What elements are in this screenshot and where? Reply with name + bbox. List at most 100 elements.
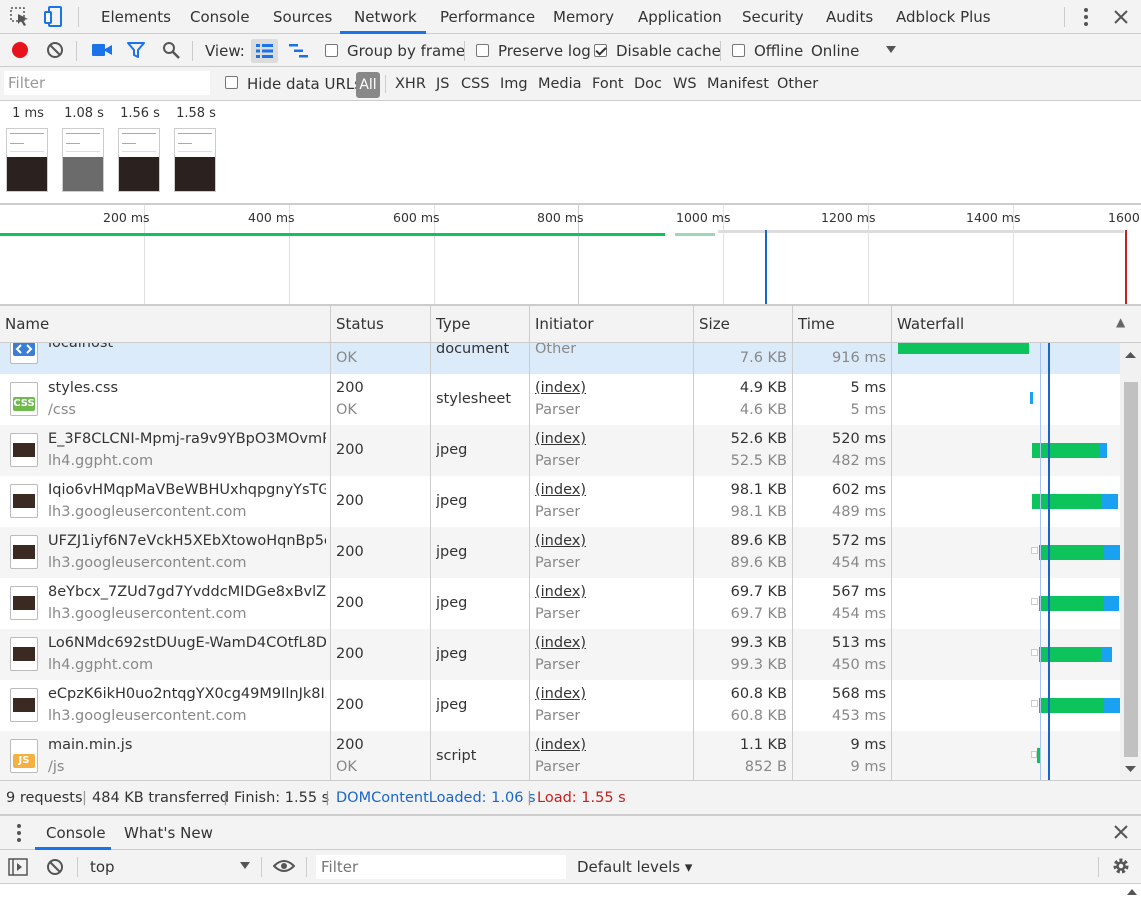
column-time[interactable]: Time [798, 315, 835, 333]
filter-input[interactable] [4, 71, 210, 95]
overview-toggle-icon[interactable] [289, 43, 309, 59]
tab-performance[interactable]: Performance [440, 8, 535, 26]
drawer-menu-icon[interactable] [15, 823, 23, 843]
drawer-tab-whats-new[interactable]: What's New [124, 824, 213, 842]
request-initiator-link[interactable]: (index) [535, 737, 586, 753]
column-waterfall[interactable]: Waterfall [897, 315, 964, 333]
drawer-tab-console[interactable]: Console [46, 824, 106, 842]
filter-ws[interactable]: WS [673, 76, 697, 92]
device-toolbar-icon[interactable] [44, 6, 64, 28]
console-clear-icon[interactable] [46, 858, 64, 876]
log-levels-select[interactable]: Default levels ▾ [577, 858, 692, 876]
request-initiator-link[interactable]: (index) [535, 533, 586, 549]
request-status: 200 [336, 595, 364, 611]
scrollbar-thumb[interactable] [1124, 382, 1138, 757]
filter-media[interactable]: Media [538, 76, 582, 92]
tab-console[interactable]: Console [190, 8, 250, 26]
search-icon[interactable] [162, 41, 180, 59]
context-chevron-down-icon[interactable] [240, 862, 250, 870]
table-row[interactable]: Iqio6vHMqpMaVBeWBHUxhqpgnyYsTG... lh3.go… [0, 476, 1120, 527]
filter-js[interactable]: JS [436, 76, 449, 92]
request-time: 5 ms [850, 380, 886, 396]
group-by-frame-checkbox[interactable] [325, 44, 338, 57]
tab-memory[interactable]: Memory [553, 8, 614, 26]
live-expression-eye-icon[interactable] [273, 859, 295, 873]
screenshot-frame[interactable] [62, 128, 104, 192]
request-name: Iqio6vHMqpMaVBeWBHUxhqpgnyYsTG... [48, 482, 326, 498]
tab-application[interactable]: Application [638, 8, 722, 26]
request-name: E_3F8CLCNI-Mpmj-ra9v9YBpO3MOvmP... [48, 431, 326, 447]
tab-audits[interactable]: Audits [826, 8, 873, 26]
table-row[interactable]: UFZJ1iyf6N7eVckH5XEbXtowoHqnBp5c... lh3.… [0, 527, 1120, 578]
console-output-area[interactable] [0, 884, 1141, 899]
request-type: document [436, 343, 510, 357]
request-initiator-link[interactable]: (index) [535, 584, 586, 600]
summary-separator: | [325, 790, 330, 806]
table-row[interactable]: localhost OK document Other 7.6 KB 916 m… [0, 343, 1120, 374]
tab-elements[interactable]: Elements [101, 8, 171, 26]
request-type: jpeg [436, 595, 468, 611]
column-type[interactable]: Type [436, 315, 470, 333]
console-settings-gear-icon[interactable] [1111, 856, 1131, 876]
scroll-up-icon[interactable] [1125, 351, 1136, 359]
filter-all-button[interactable]: All [356, 72, 380, 98]
context-selector[interactable]: top [90, 858, 115, 876]
tab-sources[interactable]: Sources [273, 8, 332, 26]
tab-adblock-plus[interactable]: Adblock Plus [896, 8, 991, 26]
request-initiator-link[interactable]: (index) [535, 686, 586, 702]
column-initiator[interactable]: Initiator [535, 315, 594, 333]
table-row[interactable]: eCpzK6ikH0uo2ntqgYX0cg49M9IlnJk8I3... lh… [0, 680, 1120, 731]
preserve-log-checkbox[interactable] [476, 44, 489, 57]
filter-manifest[interactable]: Manifest [707, 76, 769, 92]
disable-cache-checkbox[interactable] [594, 44, 607, 57]
request-resource-size: 89.6 KB [730, 555, 787, 571]
scroll-down-icon[interactable] [1125, 765, 1136, 773]
inspect-element-icon[interactable] [10, 7, 30, 27]
column-name[interactable]: Name [5, 315, 49, 333]
close-drawer-icon[interactable] [1114, 825, 1128, 839]
chevron-down-icon[interactable] [886, 46, 896, 54]
console-scroll-up-icon[interactable] [1127, 888, 1137, 895]
large-rows-toggle[interactable] [251, 39, 278, 63]
console-filter-input[interactable] [316, 855, 566, 879]
offline-checkbox[interactable] [732, 44, 745, 57]
close-devtools-icon[interactable] [1113, 9, 1129, 25]
sort-ascending-icon[interactable]: ▲ [1116, 315, 1125, 329]
filter-other[interactable]: Other [777, 76, 818, 92]
table-row[interactable]: 8eYbcx_7ZUd7gd7YvddcMIDGe8xBvlZ1... lh3.… [0, 578, 1120, 629]
tab-network[interactable]: Network [354, 8, 417, 26]
waterfall-bar [1032, 494, 1102, 509]
table-row[interactable]: E_3F8CLCNI-Mpmj-ra9v9YBpO3MOvmP... lh4.g… [0, 425, 1120, 476]
hide-data-urls-checkbox[interactable] [225, 76, 238, 89]
tab-security[interactable]: Security [742, 8, 804, 26]
column-status[interactable]: Status [336, 315, 384, 333]
filter-xhr[interactable]: XHR [395, 76, 426, 92]
filter-doc[interactable]: Doc [634, 76, 662, 92]
filter-font[interactable]: Font [592, 76, 624, 92]
screenshot-frame[interactable] [6, 128, 48, 192]
throttling-select[interactable]: Online [811, 42, 859, 60]
capture-screenshots-icon[interactable] [92, 43, 112, 57]
request-initiator-type: Parser [535, 453, 581, 469]
request-initiator-type: Parser [535, 555, 581, 571]
filter-img[interactable]: Img [500, 76, 528, 92]
console-sidebar-icon[interactable] [8, 858, 28, 876]
request-initiator-link[interactable]: (index) [535, 635, 586, 651]
overview-tick-label: 1400 ms [966, 210, 1021, 225]
css-file-icon: CSS [10, 382, 38, 416]
more-options-icon[interactable] [1080, 7, 1092, 27]
summary-load: Load: 1.55 s [537, 790, 626, 806]
request-initiator-link[interactable]: (index) [535, 380, 586, 396]
screenshot-frame[interactable] [174, 128, 216, 192]
record-icon[interactable] [11, 41, 29, 59]
screenshot-frame[interactable] [118, 128, 160, 192]
clear-icon[interactable] [46, 41, 64, 59]
request-initiator-link[interactable]: (index) [535, 482, 586, 498]
table-row[interactable]: Lo6NMdc692stDUugE-WamD4COtfL8D... lh4.gg… [0, 629, 1120, 680]
filter-icon[interactable] [127, 41, 145, 59]
table-row[interactable]: JS main.min.js /js 200 OK script (index)… [0, 731, 1120, 780]
request-initiator-link[interactable]: (index) [535, 431, 586, 447]
table-row[interactable]: CSS styles.css /css 200 OK stylesheet (i… [0, 374, 1120, 425]
column-size[interactable]: Size [699, 315, 730, 333]
filter-css[interactable]: CSS [461, 76, 490, 92]
